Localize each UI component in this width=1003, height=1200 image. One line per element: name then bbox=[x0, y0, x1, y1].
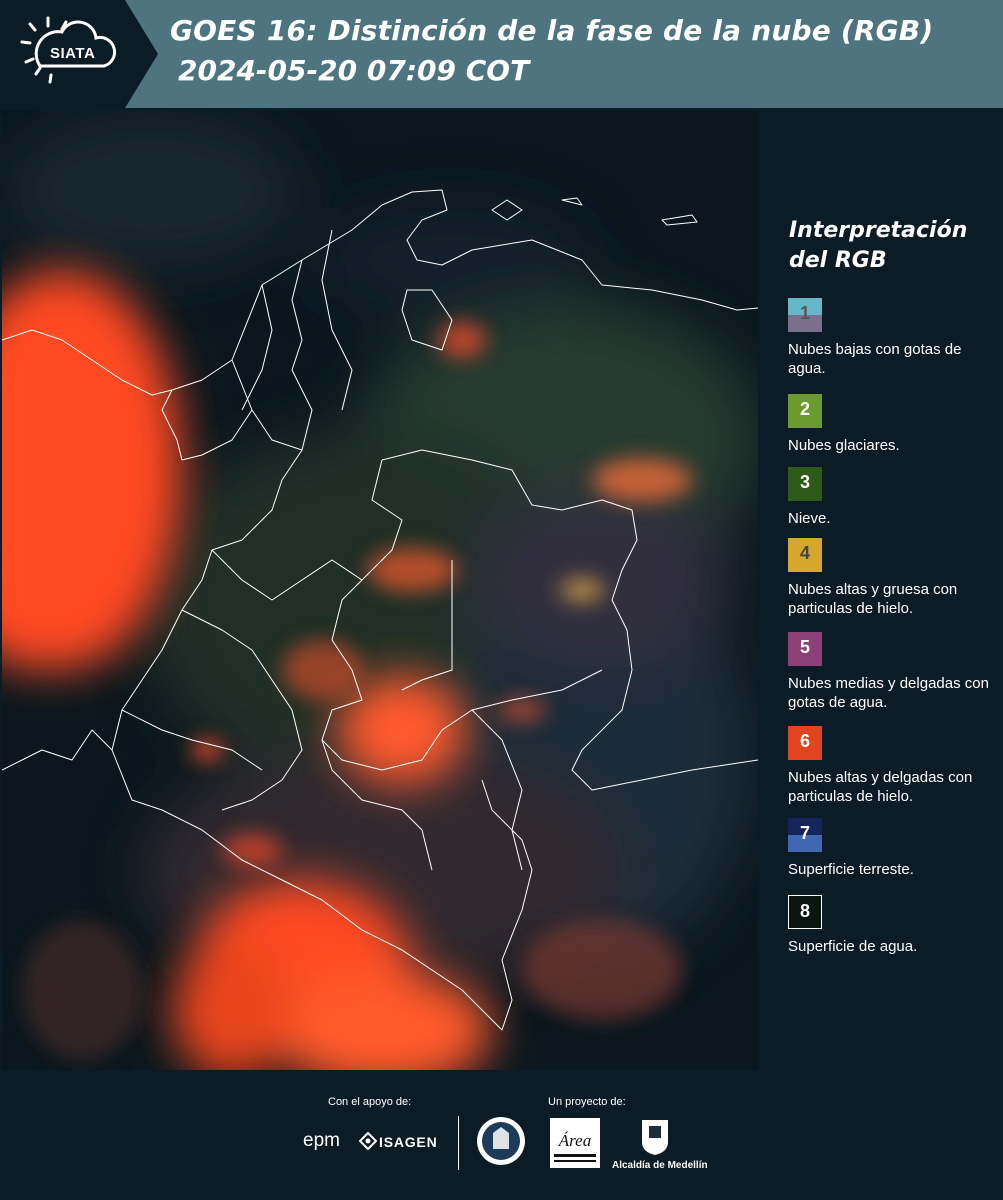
legend-number: 2 bbox=[799, 399, 810, 419]
legend-number: 3 bbox=[799, 472, 810, 492]
header-banner: SIATA GOES 16: Distinción de la fase de … bbox=[0, 0, 1003, 108]
alcaldia-label: Alcaldía de Medellín bbox=[612, 1160, 708, 1171]
legend-swatch: 8 bbox=[788, 895, 822, 929]
legend-description: Nubes bajas con gotas de agua. bbox=[788, 341, 962, 377]
rgb-legend: Interpretación del RGB 1 Nubes bajas con… bbox=[762, 110, 1003, 1070]
isagen-logo: ISAGEN bbox=[379, 1134, 438, 1150]
legend-number: 4 bbox=[799, 543, 810, 563]
legend-description: Nubes glaciares. bbox=[788, 437, 900, 454]
page-title: GOES 16: Distinción de la fase de la nub… bbox=[170, 14, 934, 47]
legend-item-6: 6 Nubes altas y delgadas con particulas … bbox=[788, 726, 1000, 806]
legend-swatch: 3 bbox=[788, 467, 822, 501]
footer-divider bbox=[458, 1116, 459, 1170]
legend-swatch: 4 bbox=[788, 538, 822, 572]
legend-swatch: 7 bbox=[788, 818, 822, 852]
legend-swatch: 1 bbox=[788, 298, 822, 332]
legend-item-1: 1 Nubes bajas con gotas de agua. bbox=[788, 298, 1000, 378]
project-label: Un proyecto de: bbox=[548, 1096, 626, 1108]
legend-item-4: 4 Nubes altas y gruesa con particulas de… bbox=[788, 538, 1000, 618]
siata-logo: SIATA bbox=[0, 0, 158, 108]
legend-description: Superficie terreste. bbox=[788, 861, 914, 878]
legend-item-7: 7 Superficie terreste. bbox=[788, 818, 1000, 879]
epm-logo: epm bbox=[303, 1130, 340, 1151]
legend-description: Nubes medias y delgadas con gotas de agu… bbox=[788, 675, 989, 711]
legend-item-8: 8 Superficie de agua. bbox=[788, 895, 1000, 956]
legend-item-5: 5 Nubes medias y delgadas con gotas de a… bbox=[788, 632, 1000, 712]
support-label: Con el apoyo de: bbox=[328, 1096, 412, 1108]
satellite-image bbox=[2, 110, 758, 1070]
legend-item-2: 2 Nubes glaciares. bbox=[788, 394, 1000, 455]
legend-title-line2: del RGB bbox=[789, 248, 887, 273]
legend-number: 5 bbox=[799, 637, 810, 657]
alcaldia-shield-icon bbox=[642, 1120, 668, 1155]
legend-title-line1: Interpretación bbox=[789, 218, 968, 243]
isagen-icon bbox=[359, 1132, 377, 1150]
legend-item-3: 3 Nieve. bbox=[788, 467, 1000, 528]
page-timestamp: 2024-05-20 07:09 COT bbox=[178, 54, 530, 87]
legend-number: 1 bbox=[799, 303, 810, 323]
legend-number: 8 bbox=[799, 901, 810, 921]
legend-swatch: 6 bbox=[788, 726, 822, 760]
legend-title: Interpretación del RGB bbox=[789, 216, 999, 276]
area-metropolitana-logo: Área bbox=[550, 1118, 600, 1168]
legend-description: Superficie de agua. bbox=[788, 938, 918, 955]
legend-number: 7 bbox=[799, 823, 810, 843]
legend-swatch: 5 bbox=[788, 632, 822, 666]
logo-text: SIATA bbox=[50, 45, 96, 62]
legend-number: 6 bbox=[799, 731, 810, 751]
legend-description: Nubes altas y delgadas con particulas de… bbox=[788, 769, 973, 805]
legend-description: Nieve. bbox=[788, 510, 831, 527]
legend-description: Nubes altas y gruesa con particulas de h… bbox=[788, 581, 958, 617]
svg-text:Área: Área bbox=[558, 1131, 591, 1150]
footer: Con el apoyo de: Un proyecto de: epm ISA… bbox=[0, 1070, 1003, 1200]
legend-swatch: 2 bbox=[788, 394, 822, 428]
seal-icon bbox=[477, 1117, 525, 1165]
